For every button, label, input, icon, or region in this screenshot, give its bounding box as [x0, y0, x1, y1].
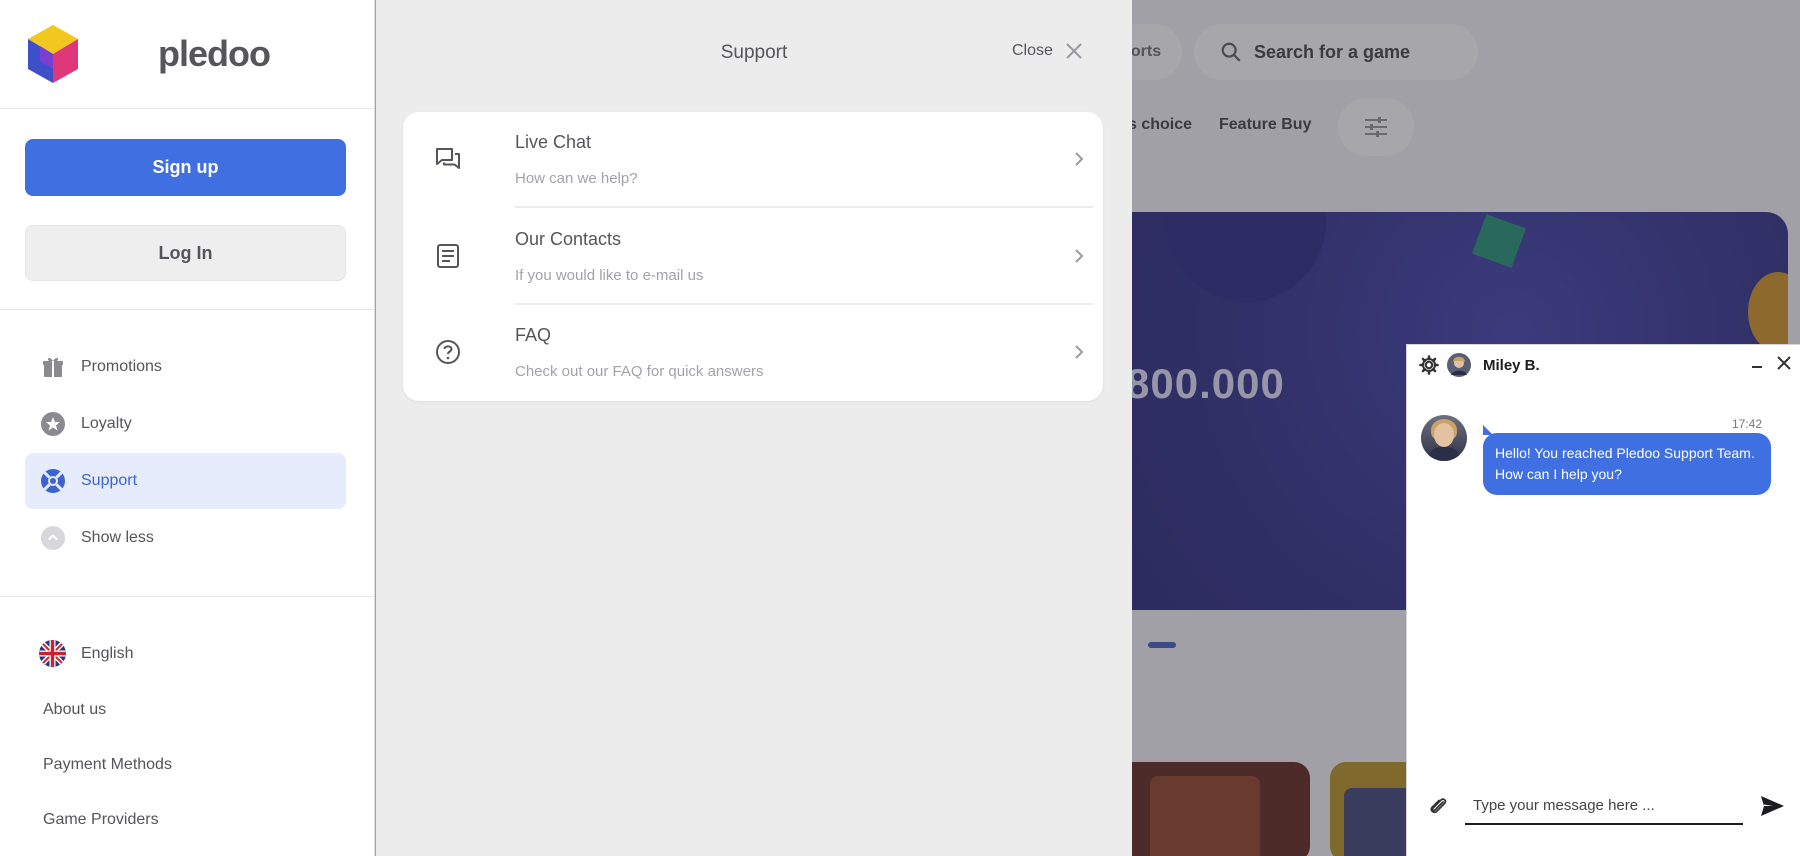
message-bubble: Hello! You reached Pledoo Support Team. …: [1483, 433, 1771, 495]
close-button[interactable]: Close: [1012, 42, 1083, 60]
support-item-subtitle: If you would like to e-mail us: [515, 267, 704, 284]
close-icon: [1066, 43, 1082, 59]
language-label: English: [81, 644, 134, 662]
support-item-faq[interactable]: FAQ Check out our FAQ for quick answers: [403, 305, 1103, 401]
send-icon[interactable]: [1759, 793, 1785, 819]
footer-link-payment-methods[interactable]: Payment Methods: [43, 756, 172, 774]
paperclip-icon[interactable]: [1427, 795, 1449, 817]
chat-widget: Miley B. 17:42 Hello! You reached Pledoo…: [1406, 344, 1800, 856]
support-panel: Support Close Live Chat How can we help?…: [376, 0, 1132, 856]
divider: [0, 596, 375, 597]
sidebar-item-label: Show less: [81, 529, 154, 546]
avatar-face: [1434, 423, 1454, 447]
close-label: Close: [1012, 42, 1053, 59]
signup-button[interactable]: Sign up: [25, 139, 346, 196]
sidebar-item-loyalty[interactable]: Loyalty: [25, 396, 346, 452]
divider: [0, 309, 375, 310]
chevron-up-icon: [41, 526, 65, 550]
footer-link-about-us[interactable]: About us: [43, 701, 106, 719]
star-icon: [41, 412, 65, 436]
login-button[interactable]: Log In: [25, 225, 346, 281]
chevron-right-icon: [1075, 152, 1084, 166]
chat-icon: [436, 148, 460, 169]
chevron-right-icon: [1075, 345, 1084, 359]
sidebar: pledoo Sign up Log In Promotions Loyalty…: [0, 0, 375, 856]
support-item-subtitle: Check out our FAQ for quick answers: [515, 363, 764, 380]
support-item-title: FAQ: [515, 325, 552, 345]
chat-header: Miley B.: [1407, 345, 1800, 385]
agent-name: Miley B.: [1483, 356, 1540, 374]
support-options-card: Live Chat How can we help? Our Contacts …: [403, 112, 1103, 401]
minimize-icon[interactable]: [1750, 356, 1764, 370]
footer-link-game-providers[interactable]: Game Providers: [43, 811, 159, 829]
agent-avatar: [1421, 415, 1467, 461]
chevron-right-icon: [1075, 249, 1084, 263]
lifebuoy-icon: [41, 469, 65, 493]
help-circle-icon: [436, 340, 460, 364]
support-item-title: Live Chat: [515, 132, 592, 152]
chat-input-row: [1407, 775, 1800, 835]
support-item-live-chat[interactable]: Live Chat How can we help?: [403, 112, 1103, 208]
support-item-title: Our Contacts: [515, 229, 622, 249]
close-icon[interactable]: [1776, 355, 1792, 371]
language-selector[interactable]: English: [39, 640, 133, 667]
document-icon: [437, 244, 459, 268]
message-timestamp: 17:42: [1731, 417, 1762, 431]
sidebar-item-support[interactable]: Support: [25, 453, 346, 509]
logo-text[interactable]: pledoo: [158, 33, 271, 75]
uk-flag-icon: [39, 640, 66, 667]
chat-message-input[interactable]: [1465, 787, 1743, 825]
support-item-subtitle: How can we help?: [515, 170, 638, 187]
sidebar-item-label: Support: [81, 472, 138, 489]
message-line: How can I help you?: [1495, 466, 1622, 482]
support-item-our-contacts[interactable]: Our Contacts If you would like to e-mail…: [403, 209, 1103, 305]
chat-window-controls: [1750, 355, 1792, 371]
logo-header: pledoo: [0, 0, 374, 109]
row-divider: [515, 206, 1093, 208]
gift-icon: [41, 355, 65, 379]
sidebar-item-label: Promotions: [81, 358, 162, 375]
gear-icon[interactable]: [1419, 355, 1439, 375]
sidebar-item-promotions[interactable]: Promotions: [25, 339, 346, 395]
message-line: Hello! You reached Pledoo Support Team.: [1495, 445, 1755, 461]
sidebar-item-show-less[interactable]: Show less: [25, 510, 346, 566]
avatar-suit: [1427, 447, 1461, 461]
agent-avatar-small: [1447, 353, 1471, 377]
pledoo-logo-icon[interactable]: [28, 25, 78, 83]
sidebar-item-label: Loyalty: [81, 415, 132, 432]
